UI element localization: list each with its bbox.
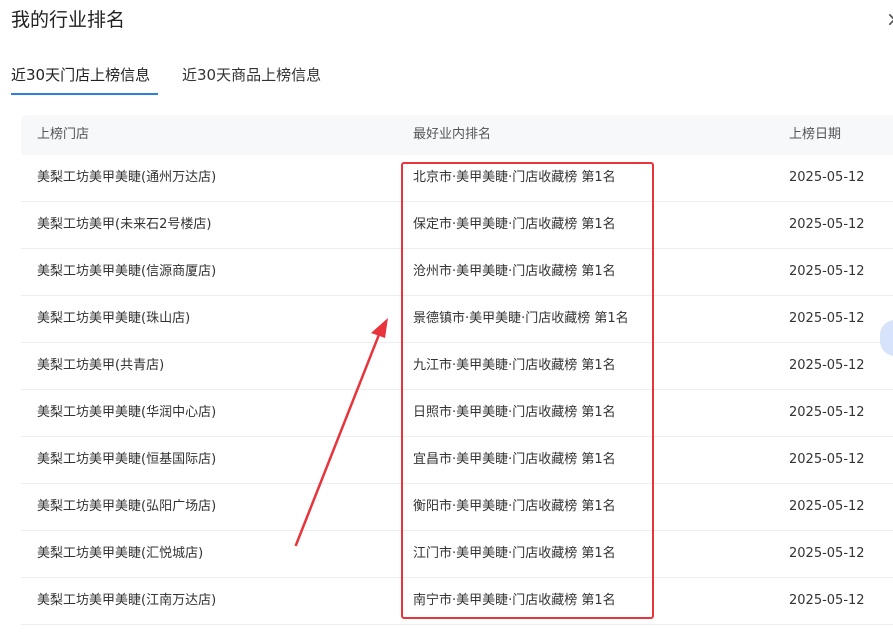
header-store: 上榜门店 <box>37 127 90 142</box>
header-date: 上榜日期 <box>789 127 842 142</box>
ranking-date-cell: 2025-05-12 <box>789 593 865 608</box>
store-name-cell: 美梨工坊美甲(共青店) <box>37 358 165 373</box>
best-rank-cell: 宜昌市·美甲美睫·门店收藏榜 第1名 <box>413 452 616 467</box>
ranking-date-cell: 2025-05-12 <box>789 170 865 185</box>
store-name-cell: 美梨工坊美甲美睫(华润中心店) <box>37 405 217 420</box>
table-header: 上榜门店 最好业内排名 上榜日期 <box>21 115 893 155</box>
best-rank-cell: 沧州市·美甲美睫·门店收藏榜 第1名 <box>413 264 616 279</box>
store-name-cell: 美梨工坊美甲美睫(恒基国际店) <box>37 452 217 467</box>
table-row: 美梨工坊美甲美睫(珠山店) 景德镇市·美甲美睫·门店收藏榜 第1名 2025-05-… <box>21 296 893 343</box>
best-rank-cell: 保定市·美甲美睫·门店收藏榜 第1名 <box>413 217 616 232</box>
header-best-rank: 最好业内排名 <box>413 127 492 142</box>
ranking-date-cell: 2025-05-12 <box>789 499 865 514</box>
store-name-cell: 美梨工坊美甲(未来石2号楼店) <box>37 217 212 232</box>
table-row: 美梨工坊美甲美睫(江南万达店) 南宁市·美甲美睫·门店收藏榜 第1名 2025-05… <box>21 578 893 625</box>
store-name-cell: 美梨工坊美甲美睫(通州万达店) <box>37 170 217 185</box>
tab-product-ranking[interactable]: 近30天商品上榜信息 <box>182 62 321 88</box>
ranking-date-cell: 2025-05-12 <box>789 405 865 420</box>
close-icon[interactable]: × <box>886 8 893 30</box>
best-rank-cell: 南宁市·美甲美睫·门店收藏榜 第1名 <box>413 593 616 608</box>
ranking-date-cell: 2025-05-12 <box>789 217 865 232</box>
table-row: 美梨工坊美甲美睫(通州万达店) 北京市·美甲美睫·门店收藏榜 第1名 2025-05… <box>21 155 893 202</box>
best-rank-cell: 景德镇市·美甲美睫·门店收藏榜 第1名 <box>413 311 629 326</box>
ranking-date-cell: 2025-05-12 <box>789 358 865 373</box>
table-row: 美梨工坊美甲(共青店) 九江市·美甲美睫·门店收藏榜 第1名 2025-05-12 <box>21 343 893 390</box>
tab-store-ranking[interactable]: 近30天门店上榜信息 <box>11 62 150 88</box>
ranking-date-cell: 2025-05-12 <box>789 452 865 467</box>
store-name-cell: 美梨工坊美甲美睫(弘阳广场店) <box>37 499 217 514</box>
active-tab-indicator <box>11 93 158 95</box>
store-name-cell: 美梨工坊美甲美睫(汇悦城店) <box>37 546 204 561</box>
dialog-title: 我的行业排名 <box>11 9 126 31</box>
table-row: 美梨工坊美甲美睫(信源商厦店) 沧州市·美甲美睫·门店收藏榜 第1名 2025-05… <box>21 249 893 296</box>
ranking-date-cell: 2025-05-12 <box>789 311 865 326</box>
store-name-cell: 美梨工坊美甲美睫(江南万达店) <box>37 593 217 608</box>
best-rank-cell: 江门市·美甲美睫·门店收藏榜 第1名 <box>413 546 616 561</box>
ranking-table: 上榜门店 最好业内排名 上榜日期 美梨工坊美甲美睫(通州万达店) 北京市·美甲美睫… <box>21 115 893 625</box>
ranking-date-cell: 2025-05-12 <box>789 546 865 561</box>
best-rank-cell: 北京市·美甲美睫·门店收藏榜 第1名 <box>413 170 616 185</box>
best-rank-cell: 衡阳市·美甲美睫·门店收藏榜 第1名 <box>413 499 616 514</box>
table-row: 美梨工坊美甲美睫(华润中心店) 日照市·美甲美睫·门店收藏榜 第1名 2025-05… <box>21 390 893 437</box>
table-row: 美梨工坊美甲美睫(恒基国际店) 宜昌市·美甲美睫·门店收藏榜 第1名 2025-05… <box>21 437 893 484</box>
best-rank-cell: 日照市·美甲美睫·门店收藏榜 第1名 <box>413 405 616 420</box>
store-name-cell: 美梨工坊美甲美睫(珠山店) <box>37 311 191 326</box>
table-body: 美梨工坊美甲美睫(通州万达店) 北京市·美甲美睫·门店收藏榜 第1名 2025-05… <box>21 155 893 625</box>
best-rank-cell: 九江市·美甲美睫·门店收藏榜 第1名 <box>413 358 616 373</box>
table-row: 美梨工坊美甲(未来石2号楼店) 保定市·美甲美睫·门店收藏榜 第1名 2025-05… <box>21 202 893 249</box>
table-row: 美梨工坊美甲美睫(弘阳广场店) 衡阳市·美甲美睫·门店收藏榜 第1名 2025-05… <box>21 484 893 531</box>
store-name-cell: 美梨工坊美甲美睫(信源商厦店) <box>37 264 217 279</box>
table-row: 美梨工坊美甲美睫(汇悦城店) 江门市·美甲美睫·门店收藏榜 第1名 2025-05-… <box>21 531 893 578</box>
ranking-date-cell: 2025-05-12 <box>789 264 865 279</box>
